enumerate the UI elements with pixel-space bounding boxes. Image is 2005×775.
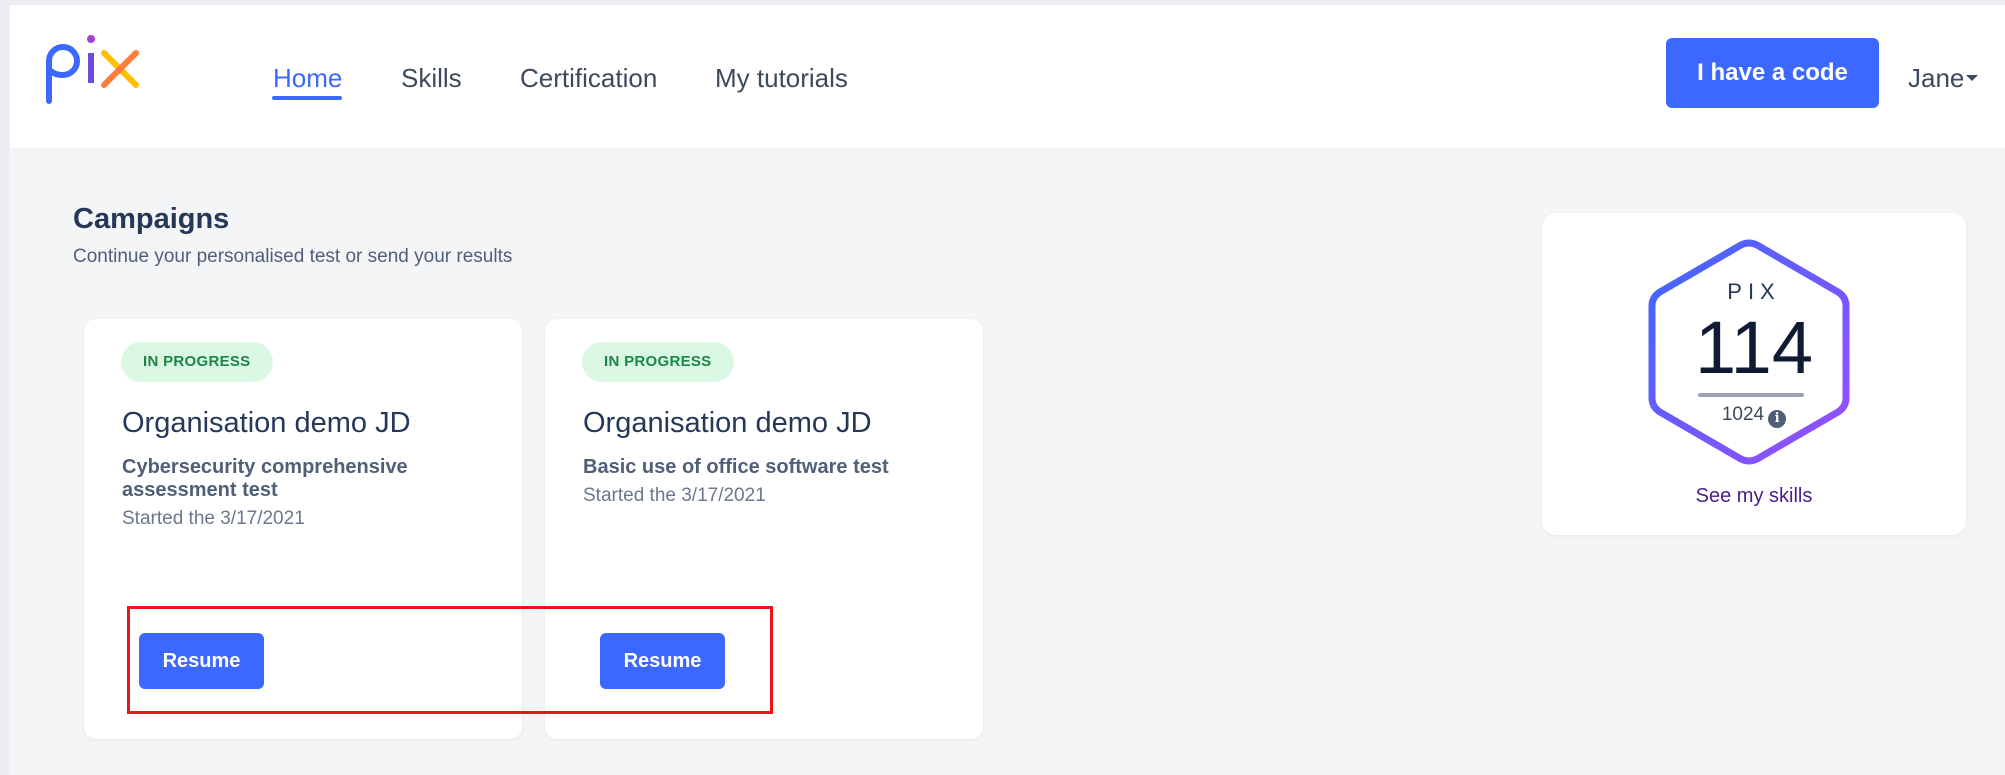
i-have-a-code-button[interactable]: I have a code <box>1666 38 1879 108</box>
nav-active-indicator <box>272 96 342 100</box>
window-left-edge <box>0 0 10 775</box>
highlight-box <box>127 606 773 714</box>
started-date: Started the 3/17/2021 <box>583 485 766 506</box>
pix-score-card: PIX 114 1024 i See my skills <box>1542 213 1966 535</box>
nav-home[interactable]: Home <box>273 63 342 94</box>
status-badge: IN PROGRESS <box>582 342 734 382</box>
organisation-name: Organisation demo JD <box>583 407 872 439</box>
started-date: Started the 3/17/2021 <box>122 508 305 529</box>
pix-max-value: 1024 <box>1721 404 1765 425</box>
chevron-down-icon <box>1966 75 1979 81</box>
user-name: Jane <box>1908 63 1965 93</box>
organisation-name: Organisation demo JD <box>122 407 411 439</box>
nav-my-tutorials[interactable]: My tutorials <box>715 63 848 94</box>
status-badge: IN PROGRESS <box>121 342 273 382</box>
campaigns-title: Campaigns <box>73 203 230 235</box>
user-menu[interactable]: Jane <box>1908 63 1979 94</box>
nav-skills[interactable]: Skills <box>401 63 462 94</box>
score-divider <box>1698 393 1804 397</box>
nav-certification[interactable]: Certification <box>520 63 657 94</box>
pix-logo-icon[interactable] <box>40 27 152 117</box>
pix-label: PIX <box>1727 279 1781 304</box>
top-navbar: Home Skills Certification My tutorials I… <box>10 5 2005 148</box>
see-my-skills-link[interactable]: See my skills <box>1542 485 1966 508</box>
pix-max-score: 1024 i <box>1542 404 1966 428</box>
campaign-title: Cybersecurity comprehensive assessment t… <box>122 456 408 501</box>
info-icon[interactable]: i <box>1768 410 1787 428</box>
pix-score: 114 <box>1695 306 1813 389</box>
campaign-title: Basic use of office software test <box>583 456 889 478</box>
campaigns-subtitle: Continue your personalised test or send … <box>73 246 513 267</box>
